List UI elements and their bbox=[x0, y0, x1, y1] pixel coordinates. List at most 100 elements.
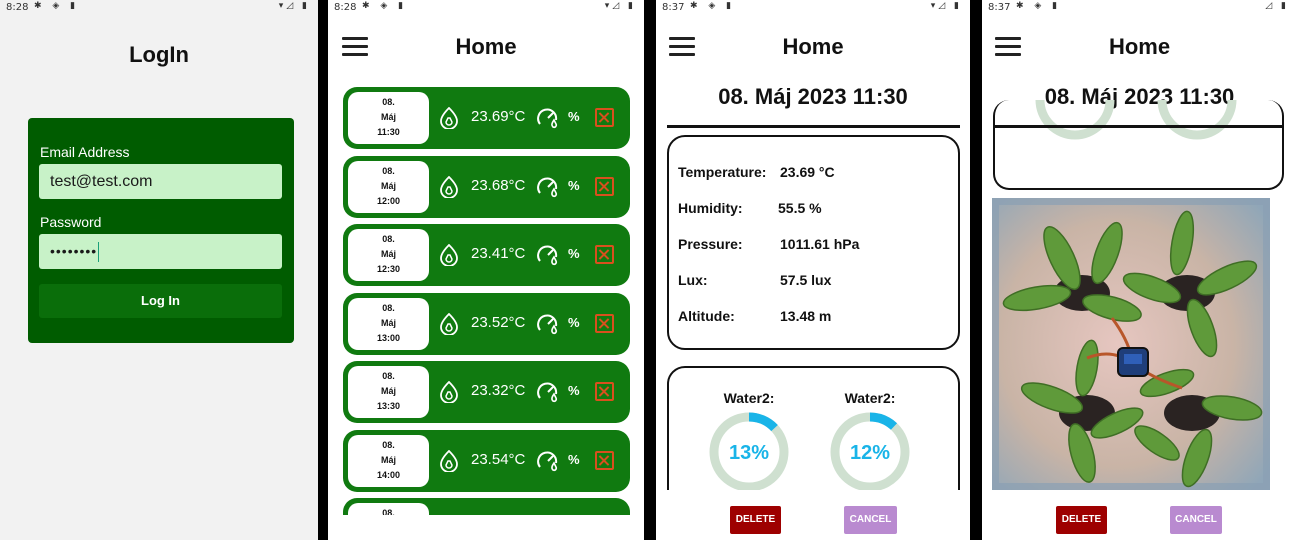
water-ring-1: 13% bbox=[709, 412, 789, 492]
date-time: 13:30 bbox=[376, 401, 401, 411]
reading-label: Pressure: bbox=[678, 236, 743, 252]
list-item[interactable]: 08. bbox=[343, 498, 630, 515]
page-title: Home bbox=[1108, 34, 1171, 59]
status-time: 8:37 bbox=[662, 2, 685, 13]
date-badge: 08. Máj 14:00 bbox=[348, 434, 429, 487]
cancel-button[interactable]: CANCEL bbox=[844, 506, 897, 534]
thermometer-icon bbox=[440, 107, 458, 129]
photo-screen: 8:37 ✱ ◈ ▮ ◿ ▮ Home 08. Máj 2023 11:30 D… bbox=[982, 0, 1297, 540]
date-month: Máj bbox=[380, 454, 396, 465]
page-title: Home bbox=[455, 34, 517, 59]
delete-icon[interactable] bbox=[595, 382, 614, 401]
status-time: 8:28 bbox=[6, 2, 29, 13]
screen-divider bbox=[318, 0, 328, 540]
thermometer-icon bbox=[440, 381, 458, 403]
date-month: Máj bbox=[380, 249, 396, 259]
humidity-percent: % bbox=[568, 314, 580, 330]
temperature-value: 23.68°C bbox=[471, 176, 526, 194]
divider-line bbox=[667, 125, 960, 128]
date-day: 08. bbox=[382, 165, 395, 176]
temperature-value: 23.41°C bbox=[471, 245, 526, 262]
thermometer-icon bbox=[440, 244, 458, 266]
thermometer-icon bbox=[440, 312, 458, 335]
status-icons: ✱ ◈ ▮ bbox=[1016, 1, 1062, 11]
date-badge: 08. bbox=[348, 503, 429, 515]
reading-label: Temperature: bbox=[678, 164, 767, 180]
thermometer-icon bbox=[440, 175, 458, 198]
screen-divider bbox=[970, 0, 982, 540]
status-icons: ✱ ◈ ▮ bbox=[362, 1, 408, 11]
action-bar bbox=[656, 490, 970, 540]
delete-button[interactable]: DELETE bbox=[1056, 506, 1107, 534]
password-field[interactable]: •••••••• bbox=[39, 234, 282, 269]
reading-value: 23.69 °C bbox=[780, 164, 835, 180]
reading-value: 57.5 lux bbox=[780, 272, 832, 288]
water-label: Water2: bbox=[723, 390, 775, 406]
delete-icon[interactable] bbox=[595, 313, 614, 333]
humidity-percent: % bbox=[568, 177, 580, 193]
humidity-gauge-icon bbox=[537, 245, 558, 266]
login-form: Email Address test@test.com Password •••… bbox=[28, 118, 294, 343]
delete-button[interactable]: DELETE bbox=[730, 506, 781, 534]
status-bar: 8:28 ✱ ◈ ▮ ▾◿ ▮ bbox=[0, 0, 318, 16]
date-month: Máj bbox=[380, 180, 396, 191]
page-title: Home bbox=[782, 34, 844, 59]
delete-icon[interactable] bbox=[595, 245, 614, 264]
status-icons: ✱ ◈ ▮ bbox=[690, 1, 736, 11]
password-value: •••••••• bbox=[50, 243, 98, 259]
measurement-datetime: 08. Máj 2023 11:30 bbox=[718, 84, 908, 109]
reading-value: 13.48 m bbox=[780, 308, 832, 324]
email-label: Email Address bbox=[40, 144, 130, 160]
date-day: 08. bbox=[382, 302, 395, 313]
water-card-partial bbox=[993, 100, 1284, 190]
cancel-button[interactable]: CANCEL bbox=[1170, 506, 1222, 534]
status-bar: 8:28 ✱ ◈ ▮ ▾◿ ▮ bbox=[328, 0, 644, 16]
delete-icon[interactable] bbox=[595, 450, 614, 470]
battery-icon: ◿ ▮ bbox=[1265, 1, 1289, 11]
list-item[interactable]: 08. Máj 12:30 23.41°C% bbox=[343, 224, 630, 286]
measurement-list: 08. Máj 11:30 23.69°C% 08. Máj 12:00 23.68°C% 08… bbox=[343, 87, 630, 515]
date-time: 13:00 bbox=[376, 332, 401, 343]
date-day: 08. bbox=[382, 439, 395, 450]
email-field[interactable]: test@test.com bbox=[39, 164, 282, 199]
date-month: Máj bbox=[380, 386, 396, 396]
reading-label: Humidity: bbox=[678, 200, 743, 216]
list-item[interactable]: 08. Máj 14:00 23.54°C% bbox=[343, 429, 630, 492]
humidity-gauge-icon bbox=[537, 451, 558, 471]
delete-icon[interactable] bbox=[595, 176, 614, 196]
water-gauge-1: Water2: 13% bbox=[699, 390, 799, 494]
list-item[interactable]: 08. Máj 13:00 23.52°C% bbox=[343, 292, 630, 355]
login-screen: 8:28 ✱ ◈ ▮ ▾◿ ▮ LogIn Email Address test… bbox=[0, 0, 318, 540]
reading-label: Altitude: bbox=[678, 308, 735, 324]
date-time: 12:00 bbox=[376, 195, 401, 206]
page-title: LogIn bbox=[129, 42, 189, 67]
list-item[interactable]: 08. Máj 12:00 23.68°C% bbox=[343, 155, 630, 218]
date-badge: 08. Máj 12:00 bbox=[348, 160, 429, 213]
list-item[interactable]: 08. Máj 13:30 23.32°C% bbox=[343, 361, 630, 423]
water-ring-2: 12% bbox=[830, 412, 910, 492]
plant-photo bbox=[992, 198, 1270, 490]
status-bar: 8:37 ✱ ◈ ▮ ▾◿ ▮ bbox=[656, 0, 970, 16]
signal-battery-icon: ▾◿ ▮ bbox=[930, 1, 962, 11]
date-month: Máj bbox=[380, 112, 396, 122]
water-percent: 12% bbox=[850, 442, 890, 464]
signal-battery-icon: ▾◿ ▮ bbox=[604, 1, 636, 11]
readings-card: Temperature: 23.69 °C Humidity: 55.5 % P… bbox=[667, 135, 960, 350]
water-percent: 13% bbox=[729, 442, 769, 464]
thermometer-icon bbox=[440, 449, 458, 472]
status-time: 8:28 bbox=[334, 2, 357, 13]
password-label: Password bbox=[40, 214, 102, 230]
list-item[interactable]: 08. Máj 11:30 23.69°C% bbox=[343, 87, 630, 149]
login-button[interactable]: Log In bbox=[39, 284, 282, 318]
signal-battery-icon: ▾◿ ▮ bbox=[278, 1, 310, 11]
reading-label: Lux: bbox=[678, 272, 708, 288]
date-time: 14:00 bbox=[376, 469, 401, 480]
temperature-value: 23.54°C bbox=[471, 450, 526, 468]
humidity-percent: % bbox=[568, 383, 580, 398]
humidity-gauge-icon bbox=[537, 382, 558, 403]
date-time: 11:30 bbox=[377, 127, 400, 137]
water-gauge-2: Water2: 12% bbox=[820, 390, 920, 494]
date-badge: 08. Máj 13:30 bbox=[348, 366, 429, 418]
delete-icon[interactable] bbox=[595, 108, 614, 127]
temperature-value: 23.32°C bbox=[471, 382, 526, 399]
